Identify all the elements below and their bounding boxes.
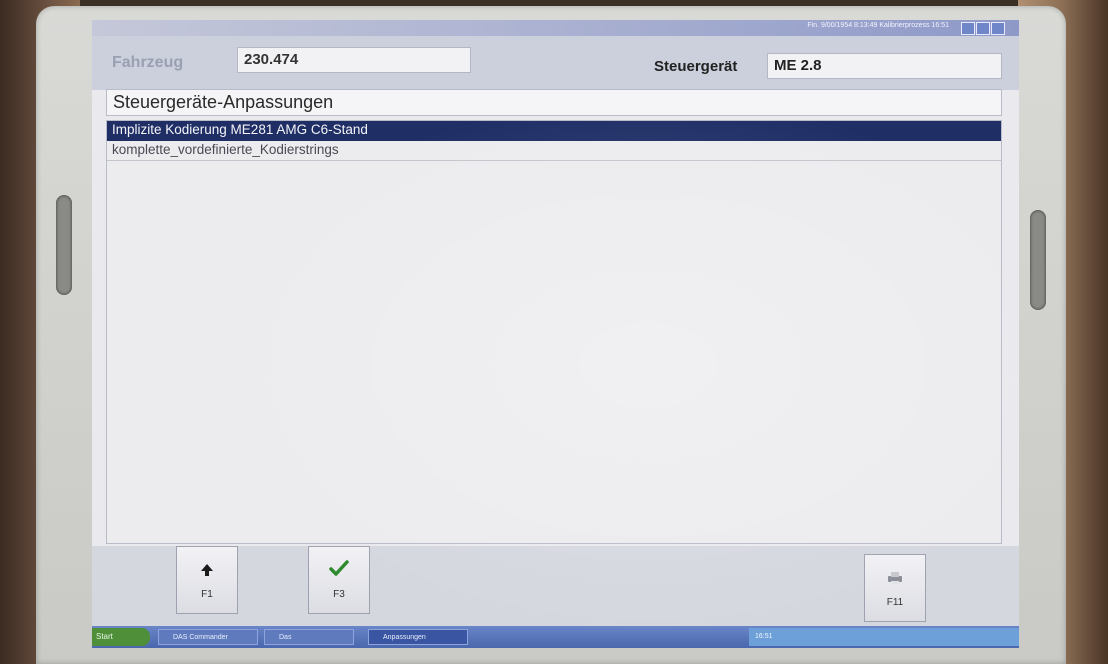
laptop-latch-left (56, 195, 72, 295)
f1-back-button[interactable]: F1 (176, 546, 238, 614)
vehicle-label: Fahrzeug (112, 54, 184, 71)
section-title: Steuergeräte-Anpassungen (106, 89, 1002, 116)
f11-print-button[interactable]: F11 (864, 554, 926, 622)
arrow-up-icon (177, 557, 237, 585)
function-key-bar: F1 F3 F11 (92, 546, 1019, 626)
taskbar-item-anpassungen[interactable]: Anpassungen (368, 629, 468, 645)
f3-confirm-button[interactable]: F3 (308, 546, 370, 614)
vehicle-field: 230.474 (237, 47, 471, 73)
window-title: Fin. 9/00/1954 8:13:49 Kalibrierprozess … (807, 22, 949, 29)
taskbar-item-das-commander[interactable]: DAS Commander (158, 629, 258, 645)
window-titlebar: Fin. 9/00/1954 8:13:49 Kalibrierprozess … (92, 20, 1019, 36)
maximize-icon[interactable] (976, 22, 990, 35)
vehicle-header: Fahrzeug 230.474 Steuergerät ME 2.8 (92, 36, 1019, 90)
ecu-label: Steuergerät (654, 58, 738, 75)
app-window: Fin. 9/00/1954 8:13:49 Kalibrierprozess … (92, 20, 1019, 648)
laptop-latch-right (1030, 210, 1046, 310)
list-item-predefined-strings[interactable]: komplette_vordefinierte_Kodierstrings (107, 141, 1001, 161)
adaptation-list: Implizite Kodierung ME281 AMG C6-Stand k… (106, 120, 1002, 544)
tray-clock: 16:51 (755, 633, 773, 640)
checkmark-icon (309, 557, 369, 585)
minimize-icon[interactable] (961, 22, 975, 35)
taskbar-item-das[interactable]: Das (264, 629, 354, 645)
ecu-field: ME 2.8 (767, 53, 1002, 79)
f1-label: F1 (201, 589, 213, 600)
system-tray: 16:51 (749, 628, 1019, 646)
taskbar: Start DAS Commander Das Anpassungen 16:5… (92, 626, 1019, 648)
printer-icon (865, 565, 925, 593)
close-icon[interactable] (991, 22, 1005, 35)
start-button[interactable]: Start (92, 628, 150, 646)
f11-label: F11 (886, 597, 904, 608)
list-item-implicit-coding[interactable]: Implizite Kodierung ME281 AMG C6-Stand (107, 121, 1001, 141)
f3-label: F3 (333, 589, 345, 600)
